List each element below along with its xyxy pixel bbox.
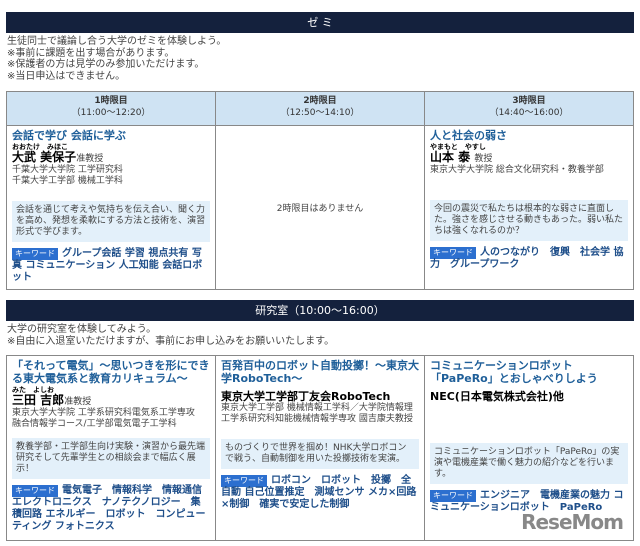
period-header-1: 1時限目 （11:00〜12:20） bbox=[6, 91, 216, 126]
lecturer-name: 東京大学工学部丁友会RoboTech bbox=[221, 390, 391, 403]
session-3: 人と社会の弱さ やまもと やすし 山本 泰 教授 東京大学大学院 総合文化研究科… bbox=[424, 125, 634, 290]
affiliation: 融合情報学コース/工学部電気電子工学科 bbox=[12, 419, 177, 429]
intro-line: ※自由に入退室いただけますが、事前にお申し込みをお願いいたします。 bbox=[7, 335, 335, 347]
intro-line: 生徒同士で議論し合う大学のゼミを体験しよう。 bbox=[7, 36, 227, 47]
period-header-2: 2時限目 （12:50〜14:10） bbox=[215, 91, 425, 126]
intro-line: ※当日申込はできません。 bbox=[7, 70, 126, 82]
lab-intro: 大学の研究室を体験してみよう。 ※自由に入退室いただけますが、事前にお申し込みを… bbox=[7, 324, 334, 347]
session-title[interactable]: 人と社会の弱さ bbox=[430, 129, 628, 142]
session-2-empty: 2時限目はありません bbox=[215, 125, 425, 290]
session-1: 会話で学び 会話に学ぶ おおたけ みほこ 大武 美保子准教授 千葉大学大学院 工… bbox=[6, 125, 216, 290]
keywords: キーワード ロボコン ロボット 投擲 全自動 自己位置推定 測域センサ メカ×回路… bbox=[221, 475, 417, 510]
lecturer-name: 大武 美保子准教授 bbox=[12, 150, 104, 164]
intro-line: ※事前に課題を出す場合があります。 bbox=[7, 47, 175, 59]
lab-section-header: 研究室（10:00〜16:00） bbox=[6, 300, 634, 321]
keyword-badge: キーワード bbox=[221, 475, 267, 487]
affiliation: 東京大学大学院 工学系研究科電気系工学専攻 bbox=[12, 408, 195, 418]
lab-description: ものづくりで世界を掴め！NHK大学ロボコンで戦う、自動制御を用いた投擲技術を実演… bbox=[221, 439, 419, 469]
affiliation: 東京大学工学部 機械情報工学科／大学院情報理工学系研究科知能機械情報学専攻 國吉… bbox=[221, 403, 413, 424]
affiliation: 千葉大学大学院 工学研究科 bbox=[12, 165, 123, 175]
lab-title[interactable]: コミュニケーションロボット「PaPeRo」とおしゃべりしよう bbox=[430, 359, 628, 385]
session-title[interactable]: 会話で学び 会話に学ぶ bbox=[12, 129, 210, 142]
keywords: キーワード グループ会話 学習 視点共有 写真 コミュニケーション 人工知能 会話… bbox=[12, 248, 203, 283]
lab-table: 「それって電気」〜思いつきを形にできる東大電気系と教育カリキュラム〜 みた よし… bbox=[6, 355, 634, 541]
zemi-intro: 生徒同士で議論し合う大学のゼミを体験しよう。 ※事前に課題を出す場合があります。… bbox=[7, 36, 226, 82]
resemom-logo: ReseMom bbox=[521, 510, 624, 534]
lab-item-2: 百発百中のロボット自動投擲！〜東京大学RoboTech〜 東京大学工学部丁友会R… bbox=[215, 355, 425, 541]
lab-description: 教養学部・工学部生向け実験・演習から最先端研究そして先輩学生との相談会まで幅広く… bbox=[12, 438, 210, 479]
session-description: 会話を通じて考えや気持ちを伝え合い、聞く力を高め、発想を柔軟にする方法と技術を、… bbox=[12, 201, 210, 242]
lecturer-name: 三田 吉郎准教授 bbox=[12, 393, 92, 407]
session-description: 今回の震災で私たちは根本的な弱さに直面した。強さを感じさせる動きもあった。弱い私… bbox=[430, 200, 628, 241]
zemi-section-header: ゼ ミ bbox=[6, 12, 634, 33]
keyword-badge: キーワード bbox=[430, 490, 476, 502]
lecturer-name: 山本 泰 教授 bbox=[430, 150, 493, 164]
lab-title[interactable]: 「それって電気」〜思いつきを形にできる東大電気系と教育カリキュラム〜 bbox=[12, 359, 210, 385]
lab-description: コミュニケーションロボット「PaPeRo」の実演や電機産業で働く魅力の紹介などを… bbox=[430, 443, 628, 484]
period-header-3: 3時限目 （14:40〜16:00） bbox=[424, 91, 634, 126]
affiliation: 東京大学大学院 総合文化研究科・教養学部 bbox=[430, 165, 604, 175]
intro-line: 大学の研究室を体験してみよう。 bbox=[7, 324, 157, 335]
keyword-badge: キーワード bbox=[430, 247, 476, 259]
keyword-badge: キーワード bbox=[12, 485, 58, 497]
lecturer-name: NEC(日本電気株式会社)他 bbox=[430, 390, 564, 403]
lab-item-1: 「それって電気」〜思いつきを形にできる東大電気系と教育カリキュラム〜 みた よし… bbox=[6, 355, 216, 541]
keywords: キーワード 電気電子 情報科学 情報通信 エレクトロニクス ナノテクノロジー 集積… bbox=[12, 485, 206, 532]
zemi-schedule-table: 1時限目 （11:00〜12:20） 2時限目 （12:50〜14:10） 3時限目… bbox=[6, 91, 634, 290]
lab-item-3: コミュニケーションロボット「PaPeRo」とおしゃべりしよう NEC(日本電気株… bbox=[424, 355, 634, 541]
lab-title[interactable]: 百発百中のロボット自動投擲！〜東京大学RoboTech〜 bbox=[221, 359, 419, 385]
intro-line: ※保護者の方は見学のみ参加いただけます。 bbox=[7, 59, 205, 70]
keyword-badge: キーワード bbox=[12, 248, 58, 260]
keywords: キーワード 人のつながり 復興 社会学 協力 グループワーク bbox=[430, 247, 624, 270]
affiliation: 千葉大学工学部 機械工学科 bbox=[12, 176, 123, 186]
